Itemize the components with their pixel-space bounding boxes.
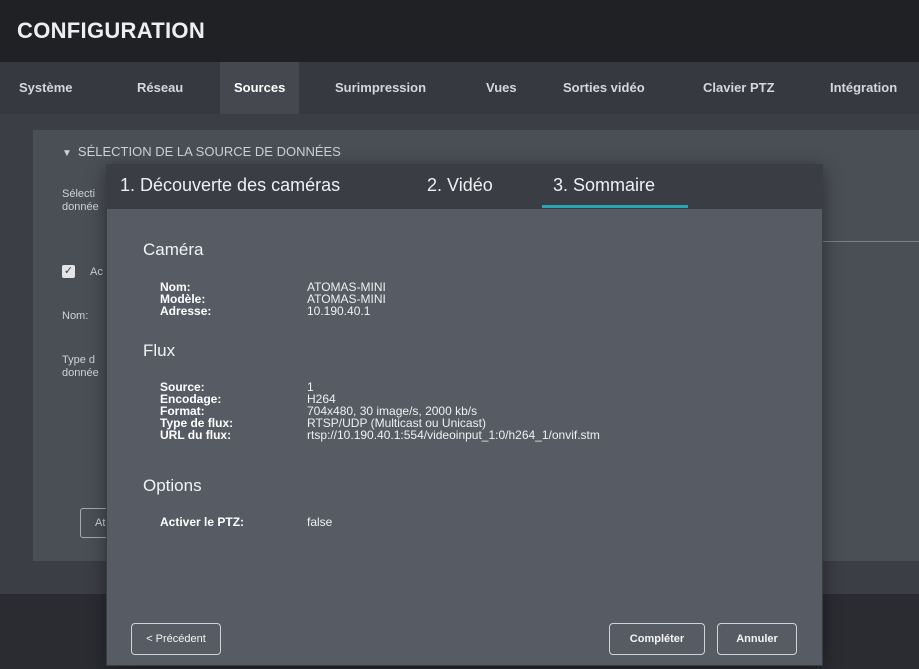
bg-label-type-line2: donnée bbox=[62, 367, 99, 379]
cancel-button[interactable]: Annuler bbox=[717, 623, 797, 655]
bg-label-selection: Sélecti donnée bbox=[62, 188, 99, 214]
section-header[interactable]: ▼ SÉLECTION DE LA SOURCE DE DONNÉES bbox=[62, 144, 341, 159]
bg-checkbox-label: Ac bbox=[90, 266, 103, 278]
tab-sorties-video[interactable]: Sorties vidéo bbox=[563, 62, 645, 114]
top-bar: CONFIGURATION bbox=[0, 0, 919, 62]
tab-clavier-ptz[interactable]: Clavier PTZ bbox=[703, 62, 775, 114]
tab-reseau[interactable]: Réseau bbox=[137, 62, 183, 114]
bg-label-selection-line1: Sélecti bbox=[62, 188, 96, 200]
wizard-steps: 1. Découverte des caméras 2. Vidéo 3. So… bbox=[107, 165, 822, 209]
ptz-value: false bbox=[307, 515, 333, 529]
bg-label-selection-line2: donnée bbox=[62, 201, 99, 213]
tab-systeme[interactable]: Système bbox=[19, 62, 72, 114]
options-heading: Options bbox=[143, 476, 202, 495]
camera-address-value: 10.190.40.1 bbox=[307, 304, 371, 318]
ptz-key: Activer le PTZ: bbox=[160, 515, 245, 529]
tab-vues[interactable]: Vues bbox=[486, 62, 517, 114]
wizard-dialog: 1. Découverte des caméras 2. Vidéo 3. So… bbox=[107, 165, 822, 665]
bg-label-name: Nom: bbox=[62, 310, 89, 322]
tab-surimpression[interactable]: Surimpression bbox=[335, 62, 426, 114]
bg-label-type: Type d donnée bbox=[62, 354, 99, 380]
bg-label-type-line1: Type d bbox=[62, 354, 96, 366]
section-title: SÉLECTION DE LA SOURCE DE DONNÉES bbox=[77, 144, 341, 159]
tab-sources[interactable]: Sources bbox=[220, 62, 300, 114]
activate-checkbox[interactable]: ✓ bbox=[62, 265, 75, 278]
tab-integration[interactable]: Intégration bbox=[830, 62, 897, 114]
main-nav: Système Réseau Sources Surimpression Vue… bbox=[0, 62, 919, 115]
step-video[interactable]: 2. Vidéo bbox=[427, 175, 493, 196]
step-summary[interactable]: 3. Sommaire bbox=[553, 175, 655, 196]
camera-address-key: Adresse: bbox=[160, 304, 212, 318]
camera-heading: Caméra bbox=[143, 240, 204, 259]
stream-url-value: rtsp://10.190.40.1:554/videoinput_1:0/h2… bbox=[307, 428, 600, 442]
step-camera-discovery[interactable]: 1. Découverte des caméras bbox=[120, 175, 340, 196]
active-step-indicator bbox=[542, 205, 688, 208]
stream-heading: Flux bbox=[143, 341, 176, 360]
previous-button[interactable]: < Précédent bbox=[131, 623, 221, 655]
stream-url-key: URL du flux: bbox=[160, 428, 232, 442]
divider bbox=[820, 241, 919, 242]
chevron-down-icon: ▼ bbox=[62, 148, 72, 159]
app-title: CONFIGURATION bbox=[17, 18, 206, 43]
complete-button[interactable]: Compléter bbox=[609, 623, 705, 655]
